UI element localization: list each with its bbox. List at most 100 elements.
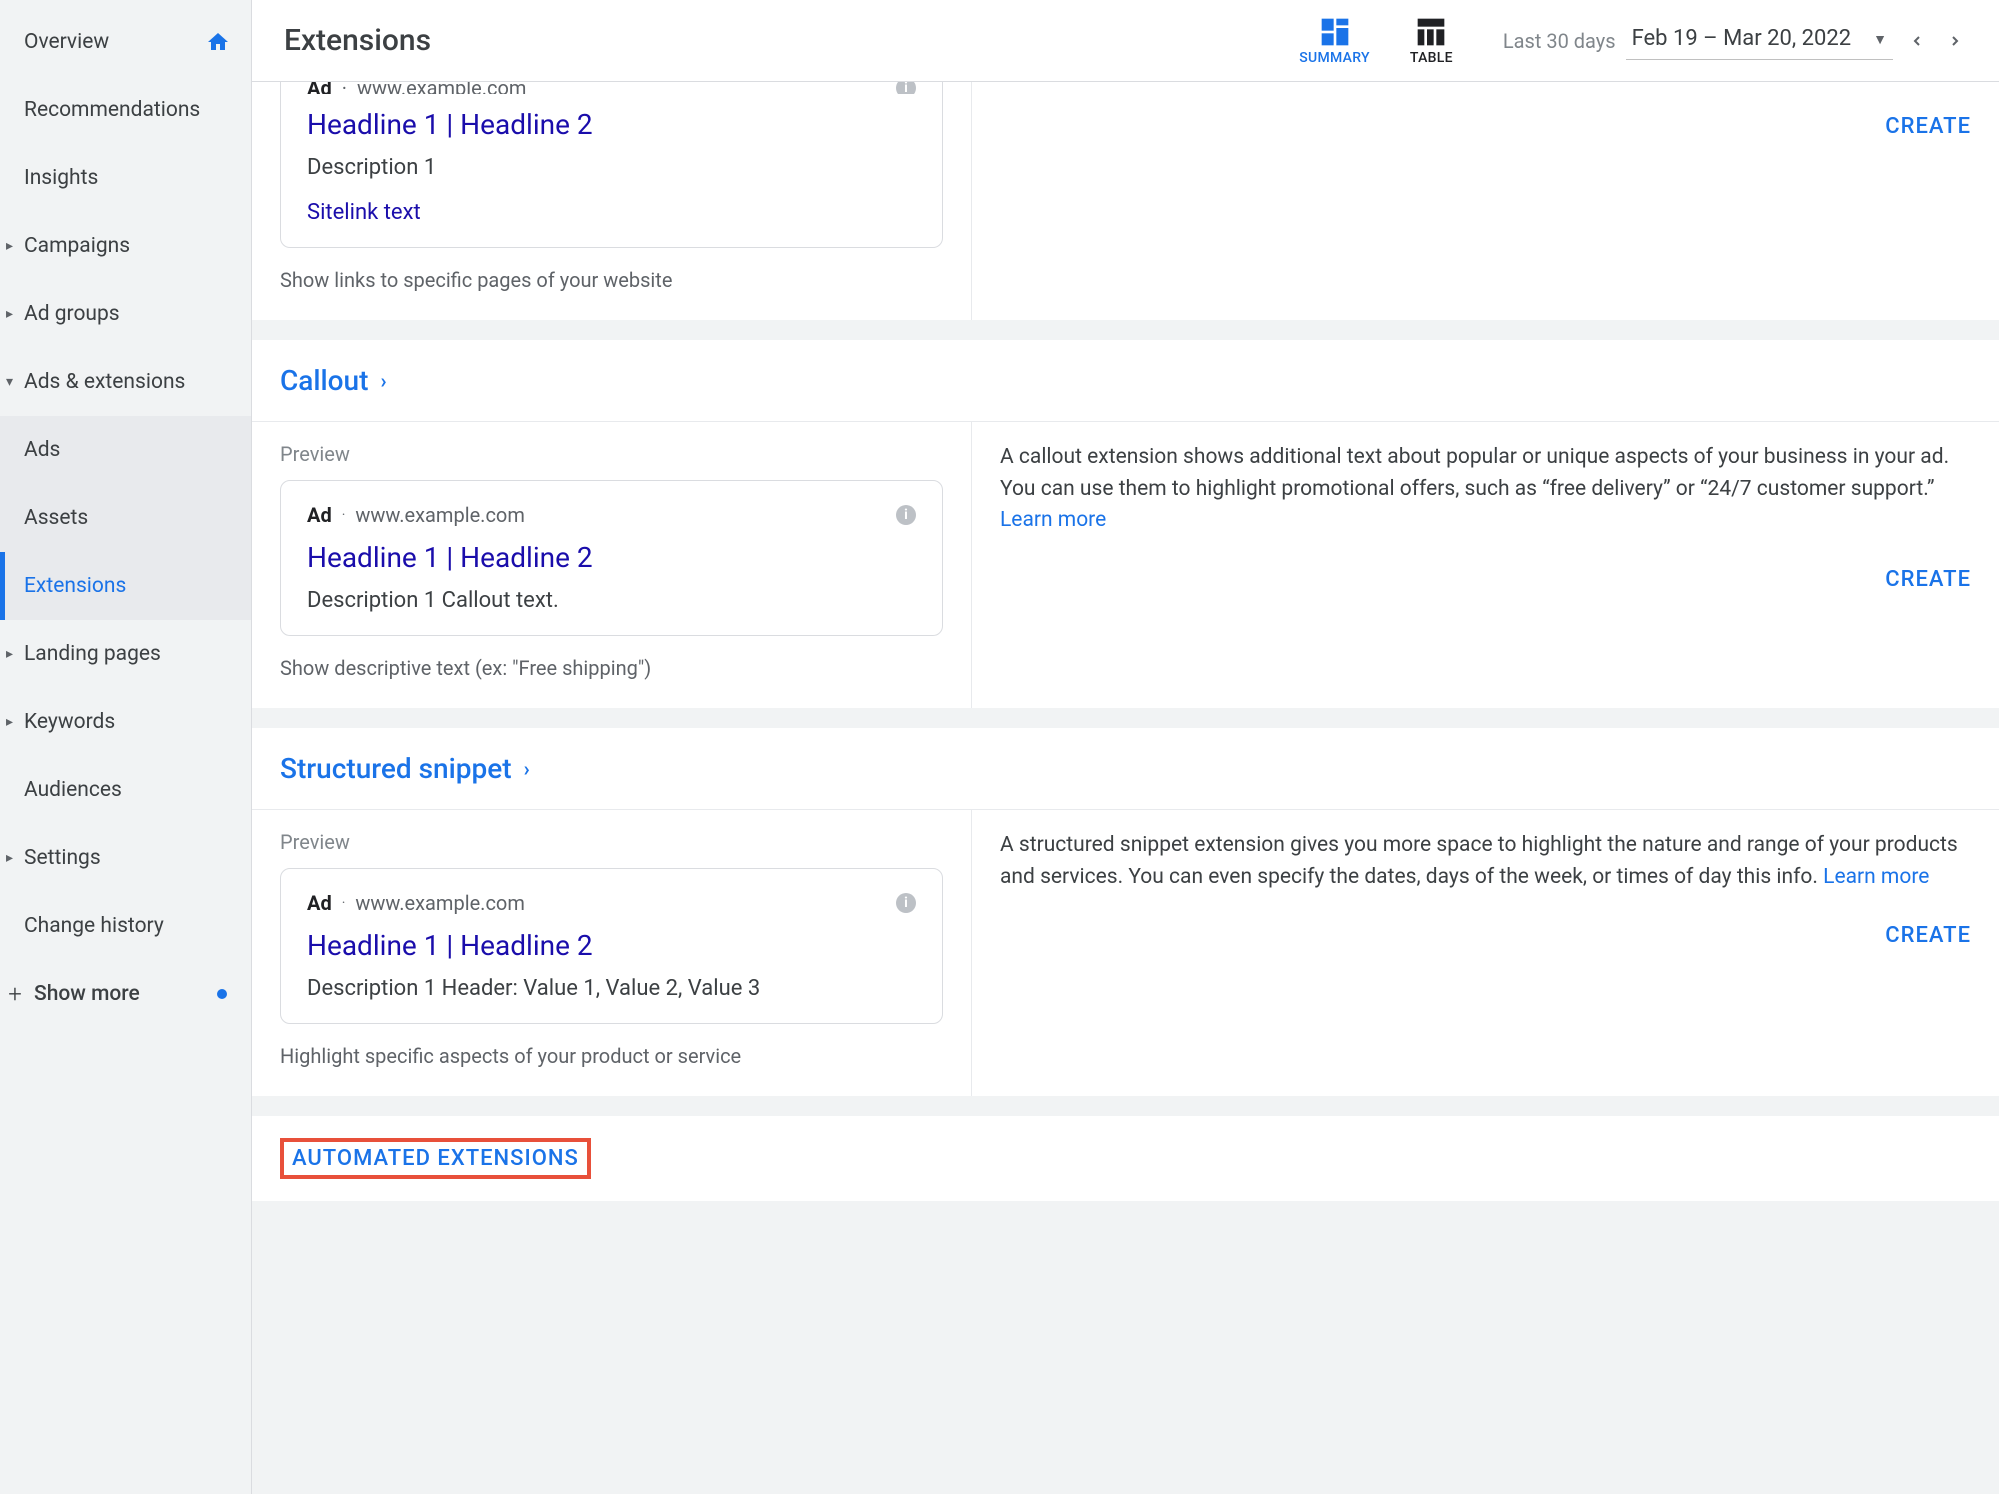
card-preview-col: Preview Ad · www.example.com i Headline … <box>252 810 972 1096</box>
dot-icon: · <box>342 82 347 94</box>
home-icon <box>205 30 231 54</box>
caret-down-icon: ▼ <box>1873 31 1887 48</box>
info-icon[interactable]: i <box>896 82 916 94</box>
sidebar-item-assets[interactable]: Assets <box>0 484 251 552</box>
section-title-text: Structured snippet <box>280 752 512 785</box>
date-range-button[interactable]: Feb 19 – Mar 20, 2022 ▼ <box>1626 22 1893 60</box>
dot-icon: · <box>342 895 346 911</box>
sidebar-label: Ad groups <box>24 302 231 326</box>
sidebar-item-keywords[interactable]: Keywords <box>0 688 251 756</box>
create-button[interactable]: CREATE <box>1885 923 1971 948</box>
ad-description: Description 1 Callout text. <box>307 588 916 613</box>
summary-icon <box>1319 16 1351 44</box>
card-info-col: A callout extension shows additional tex… <box>972 422 1999 708</box>
sidebar-item-settings[interactable]: Settings <box>0 824 251 892</box>
chevron-left-icon <box>1909 33 1925 49</box>
extension-description: A structured snippet extension gives you… <box>1000 830 1971 893</box>
page-title: Extensions <box>284 23 1299 58</box>
chevron-right-icon: › <box>524 757 530 781</box>
view-summary-button[interactable]: SUMMARY <box>1299 16 1370 66</box>
ad-preview: Ad · www.example.com i Headline 1 | Head… <box>280 480 943 636</box>
toggle-label: SUMMARY <box>1299 50 1370 66</box>
date-preset-label: Last 30 days <box>1503 29 1616 53</box>
info-icon[interactable]: i <box>896 893 916 913</box>
learn-more-link[interactable]: Learn more <box>1000 508 1106 532</box>
sidebar-item-adgroups[interactable]: Ad groups <box>0 280 251 348</box>
sidebar-label: Landing pages <box>24 642 231 666</box>
sidebar-label: Overview <box>24 30 205 54</box>
ad-badge: Ad <box>307 82 332 94</box>
main: Extensions SUMMARY TABLE Last 30 days <box>252 0 1999 1494</box>
sidebar-item-audiences[interactable]: Audiences <box>0 756 251 824</box>
sidebar-item-insights[interactable]: Insights <box>0 144 251 212</box>
ad-url: www.example.com <box>355 503 524 527</box>
extension-card-callout: Callout › Preview Ad · www.example.com i <box>252 340 1999 708</box>
sidebar-label: Assets <box>24 506 231 530</box>
view-table-button[interactable]: TABLE <box>1410 16 1453 66</box>
ad-sitelink: Sitelink text <box>307 200 916 225</box>
sidebar-item-campaigns[interactable]: Campaigns <box>0 212 251 280</box>
ad-url: www.example.com <box>355 891 524 915</box>
desc-text: A callout extension shows additional tex… <box>1000 445 1949 501</box>
card-header: Structured snippet › <box>252 728 1999 810</box>
section-title-link[interactable]: Structured snippet › <box>280 752 1971 785</box>
sidebar-label: Change history <box>24 914 231 938</box>
learn-more-link[interactable]: Learn more <box>1823 865 1929 889</box>
date-picker: Last 30 days Feb 19 – Mar 20, 2022 ▼ <box>1503 21 1969 61</box>
ad-preview: Ad · www.example.com i Headline 1 | Head… <box>280 82 943 248</box>
sidebar-label: Keywords <box>24 710 231 734</box>
date-next-button[interactable] <box>1941 21 1969 61</box>
create-button[interactable]: CREATE <box>1885 567 1971 592</box>
sidebar-item-ads[interactable]: Ads <box>0 416 251 484</box>
date-range-text: Feb 19 – Mar 20, 2022 <box>1632 26 1852 53</box>
ad-preview: Ad · www.example.com i Headline 1 | Head… <box>280 868 943 1024</box>
preview-label: Preview <box>280 442 943 466</box>
preview-label: Preview <box>280 830 943 854</box>
view-toggle: SUMMARY TABLE <box>1299 16 1453 66</box>
automated-extensions-link[interactable]: AUTOMATED EXTENSIONS <box>280 1138 591 1179</box>
section-title-link[interactable]: Callout › <box>280 364 1971 397</box>
info-icon[interactable]: i <box>896 505 916 525</box>
ad-url: www.example.com <box>357 82 526 94</box>
sidebar-label: Audiences <box>24 778 231 802</box>
ad-badge: Ad <box>307 891 332 915</box>
sidebar-show-more[interactable]: + Show more <box>0 960 251 1028</box>
sidebar-item-change-history[interactable]: Change history <box>0 892 251 960</box>
content-scroll[interactable]: Ad · www.example.com i Headline 1 | Head… <box>252 82 1999 1494</box>
desc-text: A structured snippet extension gives you… <box>1000 833 1958 889</box>
sidebar-item-ads-extensions[interactable]: Ads & extensions <box>0 348 251 416</box>
preview-caption: Highlight specific aspects of your produ… <box>280 1044 943 1068</box>
preview-caption: Show descriptive text (ex: "Free shippin… <box>280 656 943 680</box>
sidebar-label: Ads <box>24 438 231 462</box>
show-more-label: Show more <box>34 982 140 1006</box>
plus-icon: + <box>4 980 26 1008</box>
dot-icon: · <box>342 507 346 523</box>
card-preview-col: Preview Ad · www.example.com i Headline … <box>252 422 972 708</box>
date-prev-button[interactable] <box>1903 21 1931 61</box>
extension-card-sitelink: Ad · www.example.com i Headline 1 | Head… <box>252 82 1999 320</box>
card-header: Callout › <box>252 340 1999 422</box>
sidebar-label: Ads & extensions <box>24 370 231 394</box>
sidebar-item-extensions[interactable]: Extensions <box>0 552 251 620</box>
ad-headline: Headline 1 | Headline 2 <box>307 108 916 141</box>
sidebar-label: Settings <box>24 846 231 870</box>
card-info-col: A structured snippet extension gives you… <box>972 810 1999 1096</box>
sidebar-item-landing-pages[interactable]: Landing pages <box>0 620 251 688</box>
sidebar-item-recommendations[interactable]: Recommendations <box>0 76 251 144</box>
ad-headline: Headline 1 | Headline 2 <box>307 929 916 962</box>
section-title-text: Callout <box>280 364 368 397</box>
table-icon <box>1415 16 1447 44</box>
card-info-col: CREATE <box>972 82 1999 320</box>
chevron-right-icon: › <box>380 369 386 393</box>
sidebar-label: Campaigns <box>24 234 231 258</box>
preview-caption: Show links to specific pages of your web… <box>280 268 943 292</box>
sidebar-label: Extensions <box>24 574 231 598</box>
automated-extensions-section: AUTOMATED EXTENSIONS <box>252 1116 1999 1201</box>
sidebar-label: Recommendations <box>24 98 231 122</box>
topbar: Extensions SUMMARY TABLE Last 30 days <box>252 0 1999 82</box>
sidebar-item-overview[interactable]: Overview <box>0 8 251 76</box>
create-button[interactable]: CREATE <box>1885 114 1971 139</box>
extension-description: A callout extension shows additional tex… <box>1000 442 1971 537</box>
notification-dot-icon <box>217 989 227 999</box>
sidebar-label: Insights <box>24 166 231 190</box>
